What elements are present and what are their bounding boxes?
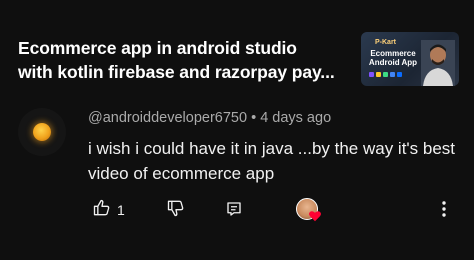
comment-meta: @androiddeveloper6750 • 4 days ago [88,110,331,126]
avatar-image [33,123,51,141]
reply-comment-icon [227,202,241,216]
thumbnail-title: Ecommerce Android App [368,49,418,67]
video-title-line-1: Ecommerce app in android studio [18,38,297,58]
dislike-button[interactable] [166,198,186,218]
video-thumbnail[interactable]: P-Kart Ecommerce Android App [361,32,459,86]
thumbs-down-icon [167,200,184,217]
video-title[interactable]: Ecommerce app in android studio with kot… [18,36,358,84]
comment-author[interactable]: @androiddeveloper6750 [88,110,247,126]
commenter-avatar[interactable] [18,108,66,156]
video-title-line-2: with kotlin firebase and razorpay pay... [18,62,335,82]
thumbs-up-icon [93,199,110,216]
thumbnail-tech-icons [369,72,402,77]
comment-time[interactable]: 4 days ago [260,110,331,126]
meta-separator: • [247,110,261,126]
creator-heart-badge[interactable] [296,198,322,224]
more-vertical-icon [442,201,446,217]
reply-button[interactable] [225,200,243,218]
comment-text: i wish i could have it in java ...by the… [88,139,456,183]
video-header[interactable]: Ecommerce app in android studio with kot… [0,0,474,100]
thumbnail-person-image [421,40,455,86]
more-options-button[interactable] [436,199,452,219]
thumbnail-brand: P-Kart [375,39,397,46]
comment-actions: 1 [0,196,474,226]
like-count: 1 [117,202,125,218]
heart-icon [309,211,321,222]
like-button[interactable] [92,198,112,218]
